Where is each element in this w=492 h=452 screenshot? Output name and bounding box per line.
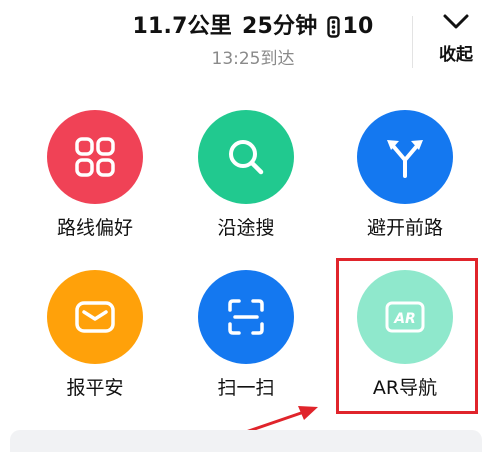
split-route-icon [387, 140, 423, 178]
trip-duration: 25分钟 [242, 14, 318, 39]
collapse-label: 收起 [439, 45, 473, 65]
header-divider [412, 16, 413, 68]
report-safety-label: 报平安 [66, 377, 124, 399]
search-icon [229, 140, 264, 175]
trip-main-line: 11.7公里 25分钟 10 [118, 12, 388, 42]
traffic-light-icon [327, 16, 341, 38]
route-preference-button[interactable]: 路线偏好 [30, 110, 160, 240]
route-preference-circle [47, 110, 143, 204]
trip-header: 11.7公里 25分钟 10 13:25到达 收起 [0, 0, 492, 90]
search-along-route-label: 沿途搜 [217, 217, 275, 239]
envelope-icon [75, 301, 115, 333]
bottom-panel [10, 430, 482, 452]
search-along-route-button[interactable]: 沿途搜 [181, 110, 311, 240]
scan-label: 扫一扫 [217, 377, 275, 399]
search-along-route-circle [198, 110, 294, 204]
report-safety-circle [47, 270, 143, 364]
avoid-road-ahead-button[interactable]: 避开前路 [340, 110, 470, 240]
trip-distance: 11.7公里 [132, 14, 233, 39]
avoid-road-ahead-circle [357, 110, 453, 204]
avoid-road-ahead-label: 避开前路 [366, 217, 443, 239]
trip-summary: 11.7公里 25分钟 10 13:25到达 [118, 12, 388, 70]
route-preference-label: 路线偏好 [56, 217, 133, 239]
collapse-button[interactable]: 收起 [420, 10, 492, 72]
grid-icon [75, 137, 115, 177]
annotation-highlight-box [336, 258, 478, 414]
arrival-time: 13:25到达 [211, 49, 295, 69]
navigation-panel: 11.7公里 25分钟 10 13:25到达 收起 路线偏好 沿途搜 避开前路 … [0, 0, 492, 452]
scan-circle [198, 270, 294, 364]
traffic-lights: 10 [327, 12, 373, 42]
scan-icon [228, 299, 264, 335]
scan-button[interactable]: 扫一扫 [181, 270, 311, 400]
chevron-down-icon [443, 14, 469, 29]
traffic-lights-count: 10 [342, 14, 374, 39]
report-safety-button[interactable]: 报平安 [30, 270, 160, 400]
